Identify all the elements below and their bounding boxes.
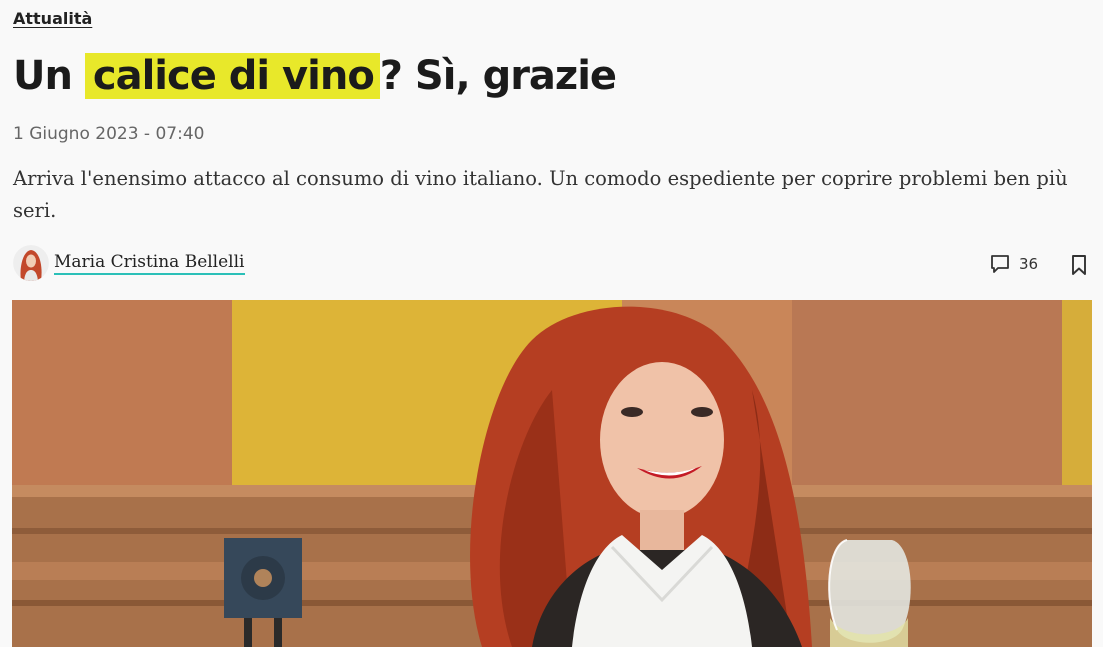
author-avatar[interactable] — [13, 245, 49, 281]
comments-button[interactable]: 36 — [989, 253, 1038, 275]
title-highlight: calice di vino — [84, 53, 380, 99]
comments-count: 36 — [1019, 255, 1039, 273]
article-subtitle: Arriva l'enensimo attacco al consumo di … — [13, 167, 1068, 222]
bookmark-button[interactable] — [1069, 254, 1089, 281]
title-text-after: ? Sì, grazie — [379, 53, 617, 99]
category-link[interactable]: Attualità — [13, 9, 92, 28]
publish-date: 1 Giugno 2023 - 07:40 — [13, 124, 205, 144]
title-text-before: Un — [13, 53, 85, 99]
author-byline[interactable]: Maria Cristina Bellelli — [13, 245, 245, 281]
hero-image — [12, 300, 1092, 647]
article-title: Un calice di vino? Sì, grazie — [13, 48, 617, 104]
speech-bubble-icon — [991, 255, 1009, 273]
bookmark-icon — [1072, 255, 1086, 275]
author-name-link[interactable]: Maria Cristina Bellelli — [54, 252, 245, 275]
